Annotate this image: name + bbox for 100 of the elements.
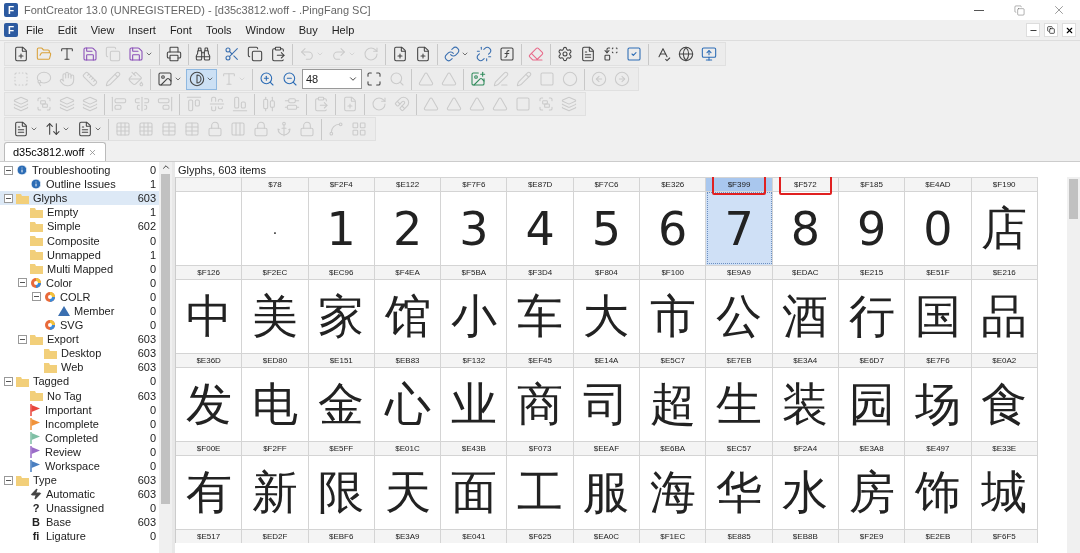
glyph-cell[interactable]: 限	[308, 455, 375, 529]
tree-item[interactable]: SVG 0	[0, 318, 159, 333]
tree-item[interactable]: Incomplete 0	[0, 416, 159, 431]
tree-item[interactable]: Automatic 603	[0, 487, 159, 502]
glyph-cell[interactable]: 大	[573, 279, 641, 353]
glyph-cell[interactable]: 业	[441, 367, 508, 441]
menu-item[interactable]: File	[20, 22, 50, 38]
glyph-cell[interactable]: 城	[971, 455, 1038, 529]
collapse-toggle[interactable]	[4, 193, 13, 203]
glyph-cell[interactable]: 新	[242, 455, 309, 529]
glyph-cell[interactable]: 场	[905, 367, 972, 441]
menu-item[interactable]: Insert	[122, 22, 162, 38]
menu-item[interactable]: Edit	[51, 22, 83, 38]
glyph-cell[interactable]: 酒	[772, 279, 839, 353]
glyph-cell[interactable]: 市	[640, 279, 707, 353]
tree-item[interactable]: Glyphs 603	[0, 191, 159, 206]
glyph-cell[interactable]: 7	[706, 191, 773, 265]
glyph-cell[interactable]: 超	[640, 367, 707, 441]
glyph-cell[interactable]: 饰	[905, 455, 972, 529]
menu-item[interactable]: Tools	[199, 22, 238, 38]
tree-item[interactable]: Empty 1	[0, 205, 159, 220]
glyph-cell[interactable]: 生	[706, 367, 773, 441]
glyph-cell[interactable]: 心	[374, 367, 442, 441]
tree-item[interactable]: Important 0	[0, 402, 159, 417]
glyph-cell[interactable]: 发	[176, 367, 243, 441]
glyph-cell[interactable]: 园	[838, 367, 906, 441]
menu-item[interactable]: View	[84, 22, 121, 38]
tree-item[interactable]: Simple 602	[0, 219, 159, 234]
glyph-cell[interactable]: 有	[176, 455, 243, 529]
tree-item[interactable]: Type 603	[0, 473, 159, 488]
tree-item[interactable]: fi Ligature 0	[0, 529, 159, 544]
menu-item[interactable]: Font	[163, 22, 198, 38]
tree-item[interactable]: Outline Issues 1	[0, 177, 159, 192]
glyph-cell[interactable]: 9	[838, 191, 906, 265]
glyph-cell[interactable]: 美	[242, 279, 309, 353]
menu-item[interactable]: Buy	[292, 22, 324, 38]
tree-item[interactable]: ? Unassigned 0	[0, 501, 159, 516]
glyph-cell[interactable]: 8	[772, 191, 839, 265]
glyph-cell[interactable]: 2	[374, 191, 442, 265]
menu-item[interactable]: Help	[325, 22, 361, 38]
glyph-cell[interactable]: 6	[640, 191, 707, 265]
scrollbar[interactable]	[159, 162, 172, 553]
document-tab[interactable]: d35c3812.woff	[4, 142, 107, 161]
glyph-cell[interactable]: 华	[706, 455, 773, 529]
collapse-toggle[interactable]	[4, 475, 13, 485]
glyph-cell[interactable]: .	[242, 191, 309, 265]
glyph-cell[interactable]: 5	[573, 191, 641, 265]
collapse-toggle[interactable]	[32, 292, 41, 302]
tree-item[interactable]: Tagged 0	[0, 374, 159, 389]
scrollbar[interactable]	[1067, 177, 1080, 553]
glyph-cell[interactable]: 中	[176, 279, 243, 353]
tree-item[interactable]: Workspace 0	[0, 458, 159, 474]
glyph-cell[interactable]: 电	[242, 367, 309, 441]
tree-item[interactable]: Web 603	[0, 360, 159, 375]
tree-item[interactable]: B Base 603	[0, 515, 159, 530]
tree-item[interactable]: Multi Mapped 0	[0, 261, 159, 276]
glyph-cell[interactable]: 1	[308, 191, 375, 265]
glyph-cell[interactable]: 馆	[374, 279, 442, 353]
collapse-toggle[interactable]	[18, 334, 27, 344]
collapse-toggle[interactable]	[4, 376, 13, 386]
tree-item[interactable]: Unmapped 1	[0, 247, 159, 262]
menu-item[interactable]: Window	[239, 22, 291, 38]
glyph-cell[interactable]: 国	[905, 279, 972, 353]
minimize-button[interactable]	[1026, 23, 1040, 37]
tree-item[interactable]: No Tag 603	[0, 388, 159, 403]
tree-item[interactable]: Export 603	[0, 332, 159, 347]
tree-item[interactable]: Member 0	[0, 303, 159, 319]
glyph-cell[interactable]: 水	[772, 455, 839, 529]
tree-item[interactable]: COLR 0	[0, 289, 159, 304]
close-button[interactable]	[1062, 23, 1076, 37]
collapse-toggle[interactable]	[4, 165, 13, 175]
glyph-cell[interactable]: 面	[441, 455, 508, 529]
glyph-cell[interactable]	[176, 191, 243, 265]
glyph-cell[interactable]: 车	[507, 279, 574, 353]
collapse-toggle[interactable]	[18, 278, 27, 288]
glyph-cell[interactable]: 司	[573, 367, 641, 441]
glyph-cell[interactable]: 天	[374, 455, 442, 529]
glyph-cell[interactable]: 行	[838, 279, 906, 353]
tree-item[interactable]: Troubleshooting 0	[0, 163, 159, 178]
glyph-cell[interactable]: 店	[971, 191, 1038, 265]
zoom-select[interactable]: 48	[302, 69, 362, 89]
glyph-cell[interactable]: 工	[507, 455, 574, 529]
glyph-cell[interactable]: 公	[706, 279, 773, 353]
glyph-cell[interactable]: 装	[772, 367, 839, 441]
toolbar-button[interactable]	[186, 68, 217, 90]
glyph-cell[interactable]: 家	[308, 279, 375, 353]
tree-item[interactable]: Color 0	[0, 275, 159, 290]
tree-item[interactable]: Composite 0	[0, 233, 159, 248]
glyph-cell[interactable]: 0	[905, 191, 972, 265]
glyph-cell[interactable]: 服	[573, 455, 641, 529]
glyph-cell[interactable]: 商	[507, 367, 574, 441]
glyph-cell[interactable]: 金	[308, 367, 375, 441]
glyph-cell[interactable]: 3	[441, 191, 508, 265]
glyph-cell[interactable]: 食	[971, 367, 1038, 441]
tree-item[interactable]: Completed 0	[0, 430, 159, 445]
restore-button[interactable]	[1044, 23, 1058, 37]
glyph-cell[interactable]: 房	[838, 455, 906, 529]
glyph-cell[interactable]: 小	[441, 279, 508, 353]
glyph-cell[interactable]: 品	[971, 279, 1038, 353]
glyph-cell[interactable]: 4	[507, 191, 574, 265]
